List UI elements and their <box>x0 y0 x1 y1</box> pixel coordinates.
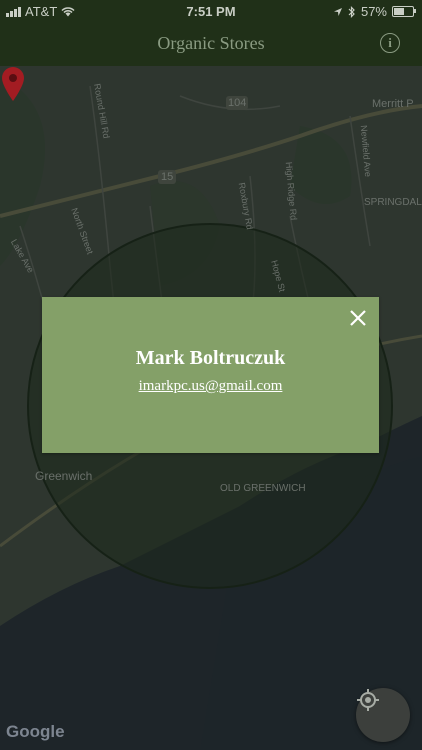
my-location-button[interactable] <box>356 688 410 742</box>
page-title: Organic Stores <box>157 33 265 53</box>
status-bar: AT&T 7:51 PM 57% <box>0 0 422 24</box>
nav-bar: Organic Stores i <box>0 24 422 66</box>
bluetooth-icon <box>348 5 355 18</box>
battery-icon <box>392 6 416 17</box>
battery-percent: 57% <box>360 4 387 19</box>
store-popup: Mark Boltruczuk imarkpc.us@gmail.com <box>42 297 379 453</box>
app-screen: AT&T 7:51 PM 57% Organic Stores i 104 15… <box>0 0 422 750</box>
store-owner-name: Mark Boltruczuk <box>135 347 286 369</box>
close-icon <box>350 310 366 326</box>
google-attribution: Google <box>6 722 65 741</box>
store-email-link[interactable]: imarkpc.us@gmail.com <box>42 378 379 395</box>
info-icon[interactable]: i <box>380 33 400 53</box>
my-location-icon <box>357 689 379 711</box>
location-arrow-icon <box>333 7 342 16</box>
close-button[interactable] <box>347 307 369 329</box>
map-pin-icon[interactable] <box>0 66 26 102</box>
